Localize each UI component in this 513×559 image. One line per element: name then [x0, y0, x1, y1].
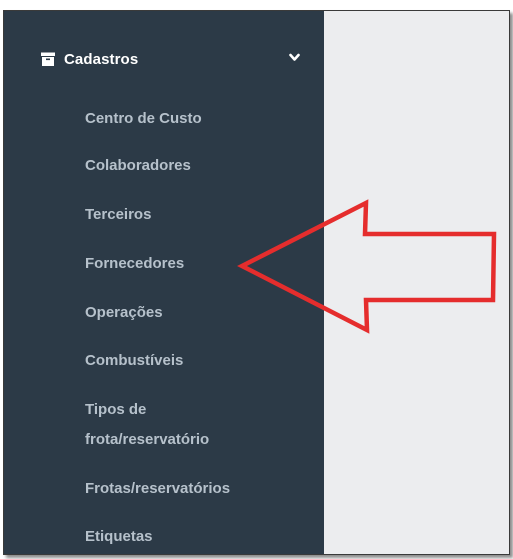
- sidebar-item-colaboradores[interactable]: Colaboradores: [85, 151, 315, 181]
- sidebar-section-cadastros[interactable]: Cadastros: [4, 41, 324, 77]
- sidebar-item-tipos-de-frota-reservatorio[interactable]: Tipos de frota/reservatório: [85, 395, 260, 455]
- sidebar-item-centro-de-custo[interactable]: Centro de Custo: [85, 104, 315, 134]
- chevron-down-icon[interactable]: [289, 53, 300, 62]
- app-window: Cadastros Centro de Custo Colaboradores …: [3, 10, 510, 555]
- sidebar-item-combustiveis[interactable]: Combustíveis: [85, 346, 315, 376]
- archive-icon: [41, 52, 55, 66]
- sidebar-item-etiquetas[interactable]: Etiquetas: [85, 522, 315, 552]
- sidebar-section-label: Cadastros: [64, 51, 139, 68]
- red-arrow-annotation: [237, 199, 497, 334]
- sidebar-item-frotas-reservatorios[interactable]: Frotas/reservatórios: [85, 474, 315, 504]
